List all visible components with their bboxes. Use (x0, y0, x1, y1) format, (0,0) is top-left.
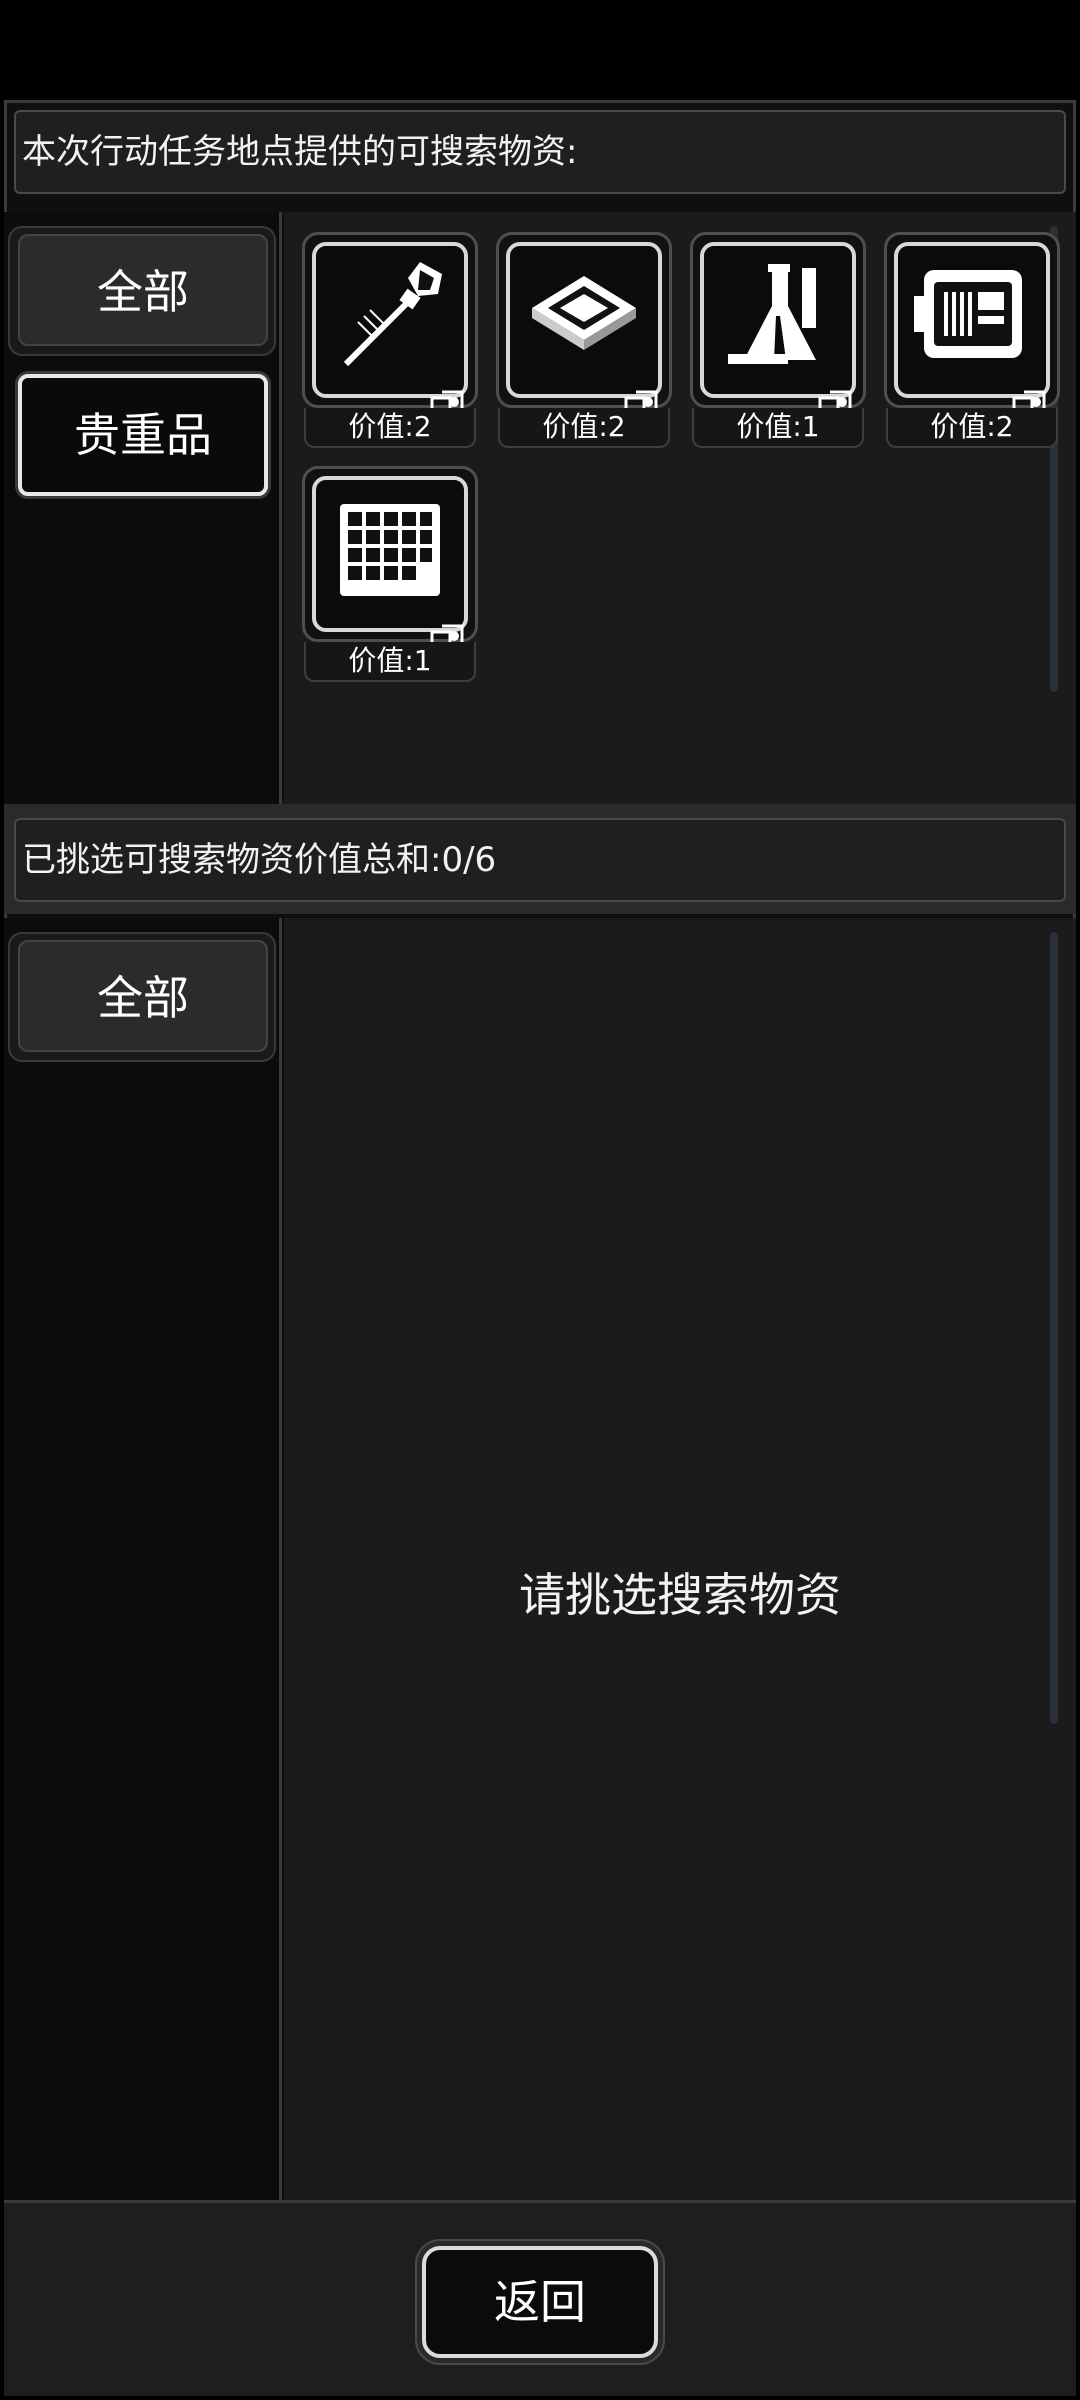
tab-valuables[interactable]: 贵重品 (18, 374, 268, 496)
item-value-label: 价值:1 (304, 642, 476, 682)
item-card[interactable]: 2 价值:1 (302, 466, 478, 690)
empty-selection-message: 请挑选搜索物资 (519, 1568, 841, 1622)
item-value-label: 价值:2 (886, 408, 1058, 448)
item-card[interactable]: 2 价值:2 (302, 232, 478, 456)
lab-flask-icon (728, 264, 816, 364)
available-header: 本次行动任务地点提供的可搜索物资: (14, 110, 1066, 194)
grid-panel-icon (340, 504, 440, 596)
selected-items-panel (284, 918, 1076, 2200)
item-card[interactable]: 2 价值:2 (884, 232, 1060, 456)
dart-icon (343, 262, 442, 367)
tab-selected-all[interactable]: 全部 (18, 940, 268, 1052)
battery-pack-icon (914, 270, 1022, 358)
chip-icon (532, 276, 636, 350)
selected-category-sidebar (4, 918, 282, 2200)
status-bar (0, 0, 1080, 100)
selected-header: 已挑选可搜索物资价值总和:0/6 (14, 818, 1066, 902)
item-value-label: 价值:2 (304, 408, 476, 448)
back-button[interactable]: 返回 (422, 2246, 658, 2358)
tab-all[interactable]: 全部 (18, 234, 268, 346)
item-value-label: 价值:1 (692, 408, 864, 448)
item-value-label: 价值:2 (498, 408, 670, 448)
item-card[interactable]: 2 价值:2 (496, 232, 672, 456)
item-card[interactable]: 2 价值:1 (690, 232, 866, 456)
